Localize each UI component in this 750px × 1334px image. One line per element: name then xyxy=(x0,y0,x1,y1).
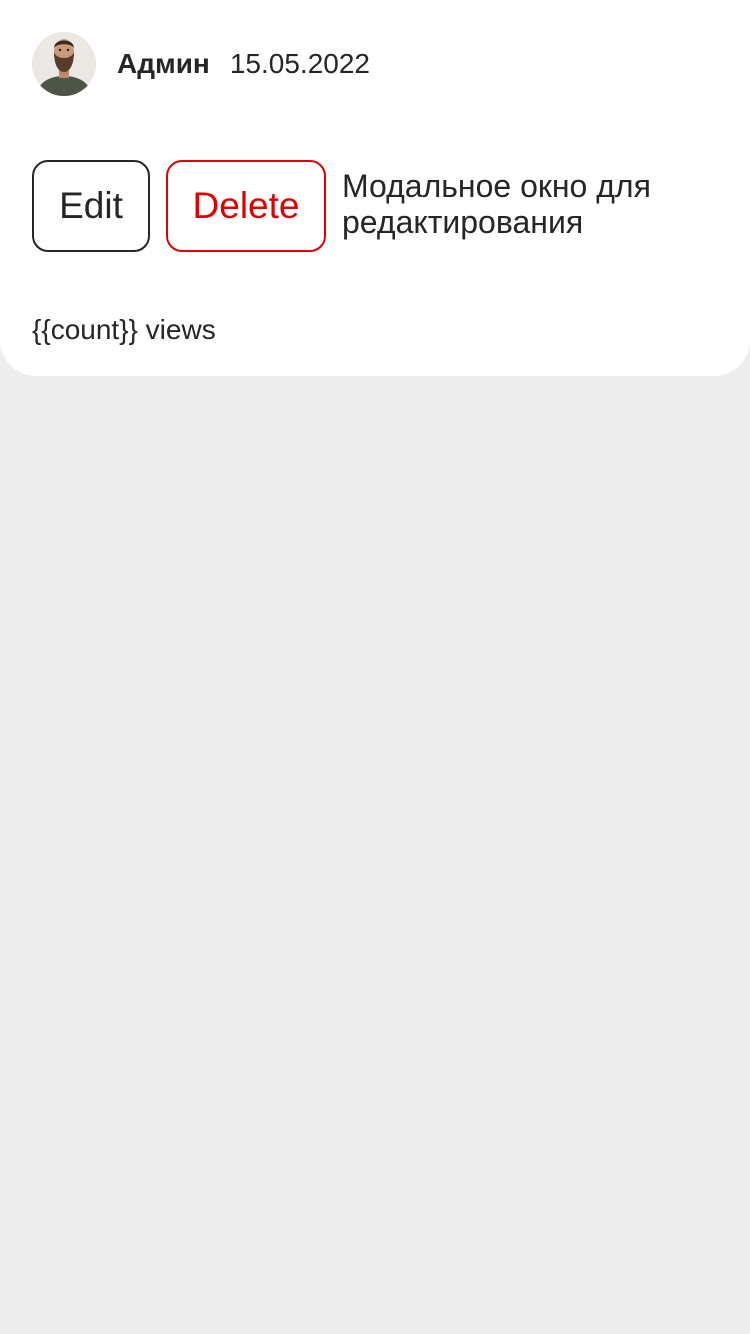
post-header: Админ 15.05.2022 xyxy=(32,32,370,96)
avatar[interactable] xyxy=(32,32,96,96)
author-name: Админ xyxy=(117,48,210,79)
edit-button[interactable]: Edit xyxy=(32,160,150,252)
delete-button[interactable]: Delete xyxy=(166,160,326,252)
post-actions: Edit Delete Модальное окно для редактиро… xyxy=(32,160,682,252)
post-date: 15.05.2022 xyxy=(229,48,370,79)
views-count: {{count}} views xyxy=(32,314,216,345)
edit-modal-label: Модальное окно для редактирования xyxy=(342,168,651,240)
post-card: Админ 15.05.2022 Edit Delete Модальное о… xyxy=(0,0,750,376)
bearded-man-avatar-icon xyxy=(32,32,96,96)
